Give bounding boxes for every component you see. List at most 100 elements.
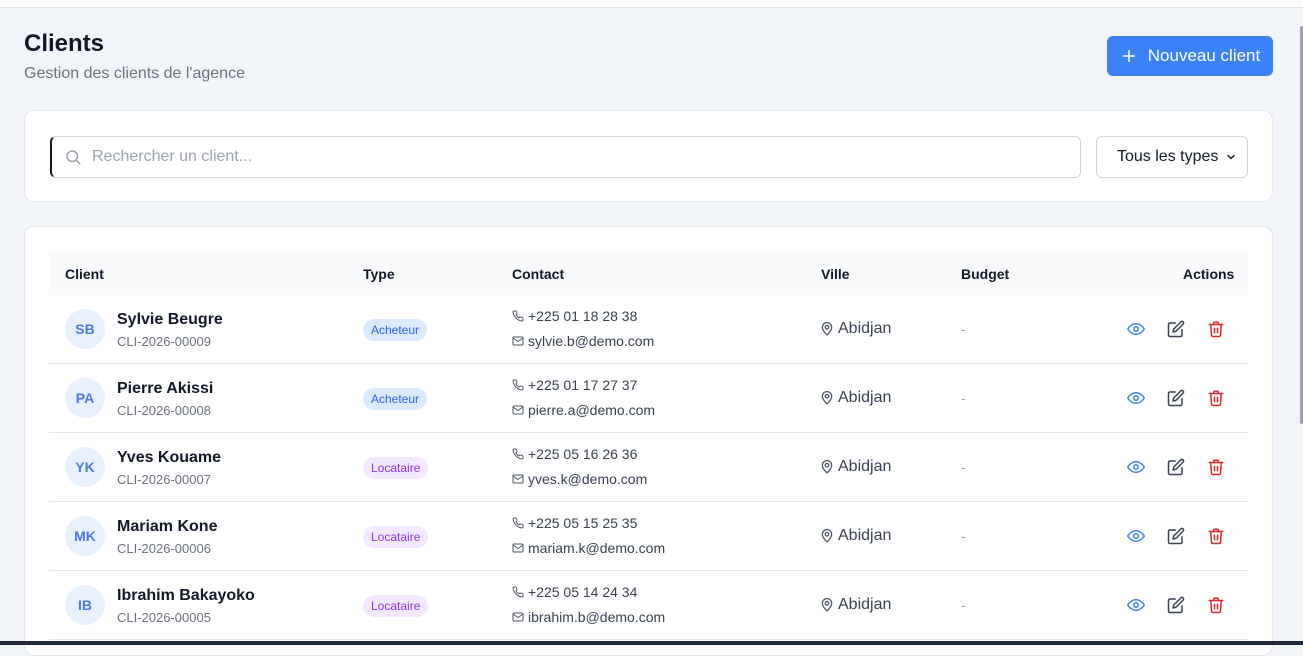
mail-icon xyxy=(512,404,524,416)
table-row[interactable]: PA Pierre Akissi CLI-2026-00008 Acheteur… xyxy=(49,364,1248,433)
edit-button[interactable] xyxy=(1167,320,1185,338)
email-text: mariam.k@demo.com xyxy=(528,540,665,556)
edit-button[interactable] xyxy=(1167,458,1185,476)
client-budget: - xyxy=(961,321,966,337)
table-row[interactable]: IB Ibrahim Bakayoko CLI-2026-00005 Locat… xyxy=(49,571,1248,640)
client-phone: +225 05 15 25 35 xyxy=(512,515,637,531)
view-button[interactable] xyxy=(1127,596,1145,614)
city-text: Abidjan xyxy=(838,389,891,407)
client-email: sylvie.b@demo.com xyxy=(512,333,654,349)
clients-table-card: Client Type Contact Ville Budget Actions… xyxy=(24,226,1273,656)
client-name: Mariam Kone xyxy=(117,518,217,536)
client-email: yves.k@demo.com xyxy=(512,471,647,487)
page-title: Clients xyxy=(24,30,104,58)
type-filter-value: Tous les types xyxy=(1117,148,1218,166)
client-name: Ibrahim Bakayoko xyxy=(117,587,255,605)
client-city: Abidjan xyxy=(821,596,891,614)
filters-card: Tous les types xyxy=(24,110,1273,202)
plus-icon xyxy=(1120,47,1138,65)
client-code: CLI-2026-00006 xyxy=(117,541,211,556)
avatar: MK xyxy=(65,516,105,556)
eye-icon xyxy=(1127,320,1145,338)
trash-icon xyxy=(1207,527,1225,545)
delete-button[interactable] xyxy=(1207,527,1225,545)
map-pin-icon xyxy=(821,460,833,474)
phone-text: +225 05 15 25 35 xyxy=(528,515,637,531)
phone-icon xyxy=(512,517,524,529)
avatar: PA xyxy=(65,378,105,418)
type-badge: Locataire xyxy=(363,595,428,617)
eye-icon xyxy=(1127,527,1145,545)
phone-text: +225 01 18 28 38 xyxy=(528,308,637,324)
client-code: CLI-2026-00008 xyxy=(117,403,211,418)
column-header-client: Client xyxy=(65,266,104,282)
client-phone: +225 05 16 26 36 xyxy=(512,446,637,462)
view-button[interactable] xyxy=(1127,389,1145,407)
new-client-button[interactable]: Nouveau client xyxy=(1107,36,1273,76)
table-row[interactable]: YK Yves Kouame CLI-2026-00007 Locataire … xyxy=(49,433,1248,502)
client-name: Sylvie Beugre xyxy=(117,311,223,329)
edit-button[interactable] xyxy=(1167,389,1185,407)
mail-icon xyxy=(512,473,524,485)
search-box[interactable] xyxy=(50,136,1081,178)
mail-icon xyxy=(512,611,524,623)
page-subtitle: Gestion des clients de l'agence xyxy=(24,65,245,83)
client-budget: - xyxy=(961,390,966,406)
map-pin-icon xyxy=(821,598,833,612)
map-pin-icon xyxy=(821,529,833,543)
search-icon xyxy=(64,148,82,166)
table-header: Client Type Contact Ville Budget Actions xyxy=(49,251,1248,295)
phone-text: +225 05 14 24 34 xyxy=(528,584,637,600)
client-city: Abidjan xyxy=(821,320,891,338)
client-code: CLI-2026-00007 xyxy=(117,472,211,487)
delete-button[interactable] xyxy=(1207,458,1225,476)
view-button[interactable] xyxy=(1127,527,1145,545)
client-city: Abidjan xyxy=(821,389,891,407)
email-text: ibrahim.b@demo.com xyxy=(528,609,665,625)
table-row[interactable]: SB Sylvie Beugre CLI-2026-00009 Acheteur… xyxy=(49,295,1248,364)
top-bar xyxy=(0,0,1303,8)
phone-icon xyxy=(512,448,524,460)
mail-icon xyxy=(512,542,524,554)
trash-icon xyxy=(1207,320,1225,338)
mail-icon xyxy=(512,335,524,347)
phone-icon xyxy=(512,379,524,391)
phone-text: +225 01 17 27 37 xyxy=(528,377,637,393)
type-badge: Acheteur xyxy=(363,388,427,410)
type-badge: Locataire xyxy=(363,526,428,548)
edit-icon xyxy=(1167,389,1185,407)
column-header-type: Type xyxy=(363,266,395,282)
edit-icon xyxy=(1167,458,1185,476)
phone-icon xyxy=(512,310,524,322)
avatar: YK xyxy=(65,447,105,487)
delete-button[interactable] xyxy=(1207,389,1225,407)
view-button[interactable] xyxy=(1127,458,1145,476)
avatar: IB xyxy=(65,585,105,625)
edit-button[interactable] xyxy=(1167,527,1185,545)
search-input[interactable] xyxy=(92,148,1032,166)
edit-button[interactable] xyxy=(1167,596,1185,614)
client-email: pierre.a@demo.com xyxy=(512,402,655,418)
type-filter-select[interactable]: Tous les types xyxy=(1096,136,1248,178)
city-text: Abidjan xyxy=(838,320,891,338)
client-phone: +225 01 18 28 38 xyxy=(512,308,637,324)
delete-button[interactable] xyxy=(1207,596,1225,614)
trash-icon xyxy=(1207,389,1225,407)
column-header-actions: Actions xyxy=(1183,266,1234,282)
type-badge: Locataire xyxy=(363,457,428,479)
column-header-city: Ville xyxy=(821,266,850,282)
client-city: Abidjan xyxy=(821,458,891,476)
trash-icon xyxy=(1207,458,1225,476)
map-pin-icon xyxy=(821,391,833,405)
client-budget: - xyxy=(961,597,966,613)
client-email: ibrahim.b@demo.com xyxy=(512,609,665,625)
client-phone: +225 05 14 24 34 xyxy=(512,584,637,600)
client-budget: - xyxy=(961,459,966,475)
eye-icon xyxy=(1127,596,1145,614)
table-row[interactable]: MK Mariam Kone CLI-2026-00006 Locataire … xyxy=(49,502,1248,571)
edit-icon xyxy=(1167,527,1185,545)
view-button[interactable] xyxy=(1127,320,1145,338)
column-header-budget: Budget xyxy=(961,266,1009,282)
new-client-button-label: Nouveau client xyxy=(1148,46,1260,66)
delete-button[interactable] xyxy=(1207,320,1225,338)
